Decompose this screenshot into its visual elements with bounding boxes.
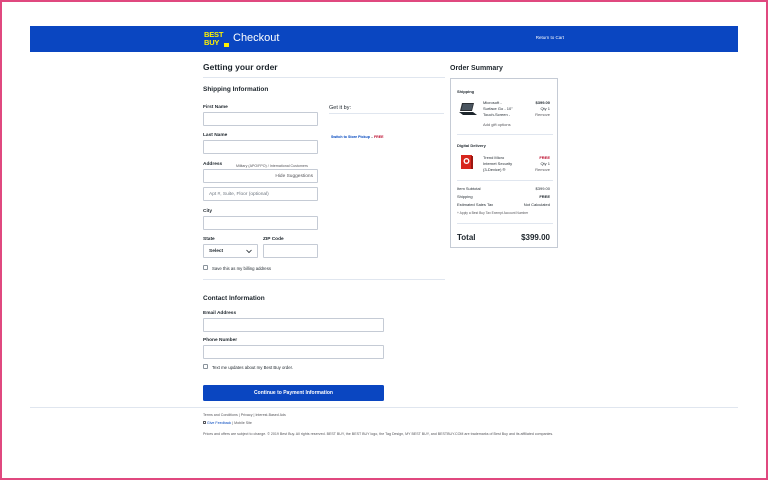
item2-remove-link[interactable]: Remove <box>535 167 550 172</box>
switch-pickup-row: Switch to Store Pickup – FREE <box>331 135 384 139</box>
last-name-input[interactable] <box>203 140 318 154</box>
terms-link[interactable]: Terms and Conditions <box>203 413 238 417</box>
item1-price: $399.00 <box>535 100 550 105</box>
city-input[interactable] <box>203 216 318 230</box>
divider <box>457 180 553 181</box>
state-select[interactable]: Select <box>203 244 258 258</box>
legal-text: Prices and offers are subject to change.… <box>203 432 554 436</box>
footer-links-2: Give Feedback | Mobile Site <box>203 421 252 425</box>
item2-name[interactable]: Trend Micro Internet Security (3-Device)… <box>483 155 512 173</box>
phone-input[interactable] <box>203 345 384 359</box>
pickup-free-label: FREE <box>373 135 384 139</box>
item1-name[interactable]: Microsoft - Surface Go - 10" Touch-Scree… <box>483 100 513 118</box>
item1-qty: Qty 1 <box>540 106 550 111</box>
subtotal-label: Item Subtotal <box>457 186 481 191</box>
get-it-by-label: Get it by: <box>329 105 352 111</box>
divider <box>457 223 553 224</box>
order-summary-panel: Shipping Microsoft - Surface Go - 10" To… <box>450 78 558 248</box>
item1-remove-link[interactable]: Remove <box>535 112 550 117</box>
last-name-label: Last Name <box>203 133 228 138</box>
contact-heading: Contact Information <box>203 295 265 302</box>
privacy-link[interactable]: Privacy <box>241 413 253 417</box>
state-label: State <box>203 237 215 242</box>
logo-tag-icon <box>224 43 229 47</box>
hide-suggestions-link[interactable]: Hide Suggestions <box>275 174 313 179</box>
email-label: Email Address <box>203 311 237 316</box>
city-label: City <box>203 209 213 214</box>
interest-ads-link[interactable]: Interest-Based Ads <box>255 413 285 417</box>
header-bar: BEST BUY Checkout Return to Cart <box>30 26 738 52</box>
mobile-site-link[interactable]: Mobile Site <box>234 421 252 425</box>
tax-value: Not Calculated <box>523 202 550 207</box>
image-border <box>0 0 768 480</box>
tax-label: Estimated Sales Tax <box>457 202 494 207</box>
shipping-label: Shipping <box>457 194 473 199</box>
feedback-icon <box>203 421 206 424</box>
first-name-label: First Name <box>203 105 228 110</box>
item1-name-line-3: Touch-Screen - <box>483 112 511 117</box>
zip-input[interactable] <box>263 244 318 258</box>
subtotal-value: $399.00 <box>535 186 550 191</box>
text-updates-checkbox[interactable] <box>203 364 208 369</box>
text-updates-label: Text me updates about my Best Buy order. <box>212 365 293 370</box>
address-input[interactable]: Hide Suggestions <box>203 169 318 183</box>
military-international-link[interactable]: Military (APO/FPO) / International Custo… <box>236 164 308 168</box>
divider <box>203 77 445 78</box>
software-box-product-image <box>461 155 473 169</box>
switch-to-store-pickup-link[interactable]: Switch to Store Pickup <box>331 135 370 139</box>
laptop-product-image <box>459 103 477 115</box>
apt-placeholder: Apt #, Suite, Floor (optional) <box>209 192 269 197</box>
digital-delivery-heading: Digital Delivery <box>457 143 486 148</box>
state-select-value: Select <box>209 249 224 254</box>
email-input[interactable] <box>203 318 384 332</box>
item2-qty: Qty 1 <box>540 161 550 166</box>
billing-address-label: Save this as my billing address <box>212 266 271 271</box>
apt-input[interactable]: Apt #, Suite, Floor (optional) <box>203 187 318 201</box>
total-label: Total <box>457 233 476 242</box>
return-to-cart-link[interactable]: Return to Cart <box>536 35 564 40</box>
footer-divider <box>30 407 738 408</box>
add-gift-options-link[interactable]: Add gift options <box>483 122 511 127</box>
billing-address-checkbox[interactable] <box>203 265 208 270</box>
divider <box>457 134 553 135</box>
item2-price: FREE <box>539 155 550 160</box>
tax-exempt-link[interactable]: + Apply a Best Buy Tax Exempt Account Nu… <box>457 211 528 215</box>
shipping-heading: Shipping Information <box>203 86 269 93</box>
chevron-down-icon <box>246 249 252 254</box>
footer-links: Terms and Conditions | Privacy | Interes… <box>203 413 286 417</box>
shipping-value: FREE <box>539 194 550 199</box>
page-title: Getting your order <box>203 62 278 72</box>
item2-name-line-3: (3-Device) ® <box>483 167 506 172</box>
total-value: $399.00 <box>521 233 550 242</box>
checkout-title: Checkout <box>233 32 280 44</box>
shipping-section-heading: Shipping <box>457 89 475 94</box>
divider <box>329 113 444 114</box>
zip-label: ZIP Code <box>263 237 284 242</box>
continue-to-payment-button[interactable]: Continue to Payment Information <box>203 385 384 401</box>
give-feedback-link[interactable]: Give Feedback <box>207 421 231 425</box>
divider <box>203 279 445 280</box>
best-buy-logo[interactable]: BEST BUY <box>204 31 231 48</box>
first-name-input[interactable] <box>203 112 318 126</box>
address-label: Address <box>203 162 223 167</box>
order-summary-title: Order Summary <box>450 65 503 72</box>
phone-label: Phone Number <box>203 338 238 343</box>
